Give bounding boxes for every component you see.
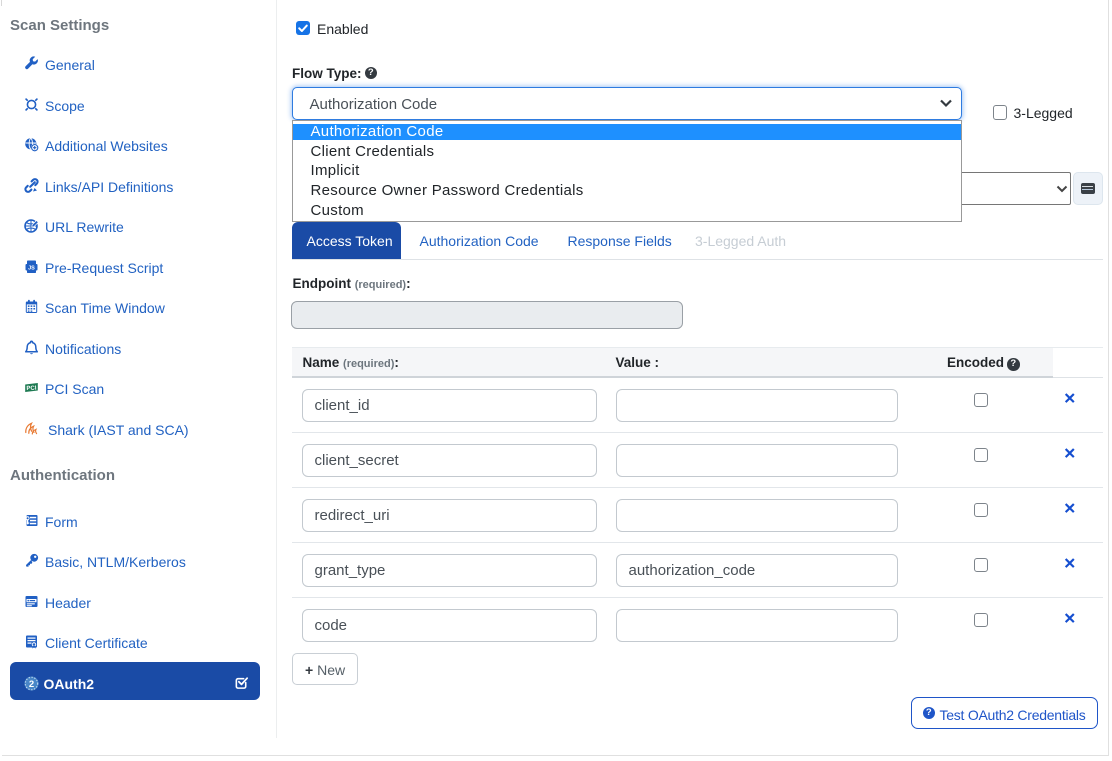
svg-text:JS: JS	[28, 265, 35, 271]
svg-text:PCI: PCI	[26, 386, 37, 392]
svg-text:2: 2	[29, 679, 34, 690]
